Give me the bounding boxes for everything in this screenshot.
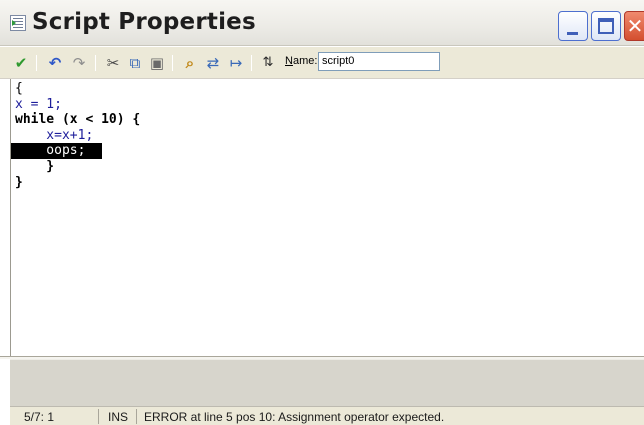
code-line: { — [11, 81, 644, 97]
code-text: } — [15, 158, 55, 174]
code-line: x=x+1; — [11, 128, 644, 144]
error-message: ERROR at line 5 pos 10: Assignment opera… — [144, 410, 445, 424]
code-text: } — [15, 174, 23, 190]
highlighted-error-line: oops; — [11, 143, 102, 159]
code-text: while (x < 10) { — [15, 112, 141, 128]
code-text: x=x+1; — [15, 127, 94, 143]
goto-line-icon[interactable]: ↦ — [227, 54, 245, 72]
name-label: Name: — [285, 55, 318, 67]
script-window-icon — [10, 15, 26, 31]
cursor-position: 5/7: 1 — [24, 410, 55, 424]
output-panel — [10, 359, 644, 406]
find-icon[interactable]: ⌕ — [181, 54, 199, 72]
close-icon: ✕ — [626, 14, 644, 38]
code-editor[interactable]: { x = 1; while (x < 10) { x=x+1; oops; }… — [10, 79, 644, 357]
accept-check-icon[interactable]: ✔ — [12, 54, 30, 72]
replace-icon[interactable]: ⇄ — [204, 54, 222, 72]
minimize-button[interactable] — [558, 11, 588, 41]
toolbar-separator — [172, 55, 173, 71]
code-line: } — [11, 159, 644, 175]
close-button[interactable]: ✕ — [624, 11, 644, 41]
redo-icon[interactable]: ↷ — [70, 54, 88, 72]
title-bar[interactable]: Script Properties ✕ — [0, 0, 644, 46]
toolbar: ✔ ↶ ↷ ✂ ⧉ ▣ ⌕ ⇄ ↦ ⇅ Name: script0 — [0, 47, 644, 79]
script-name-input[interactable]: script0 — [318, 52, 440, 71]
toolbar-separator — [95, 55, 96, 71]
code-line: while (x < 10) { — [11, 112, 644, 128]
status-separator — [136, 409, 137, 424]
maximize-icon — [598, 18, 614, 34]
cut-icon[interactable]: ✂ — [104, 54, 122, 72]
window-title: Script Properties — [32, 9, 256, 35]
paste-icon[interactable]: ▣ — [148, 54, 166, 72]
toolbar-separator — [36, 55, 37, 71]
status-separator — [98, 409, 99, 424]
code-text: x = 1; — [15, 96, 62, 112]
insert-mode-indicator: INS — [108, 410, 129, 424]
code-line: x = 1; — [11, 97, 644, 113]
code-line: } — [11, 175, 644, 191]
undo-icon[interactable]: ↶ — [46, 54, 64, 72]
minimize-icon — [567, 32, 578, 35]
sort-icon[interactable]: ⇅ — [259, 54, 277, 72]
toolbar-separator — [251, 55, 252, 71]
code-text: oops; — [15, 143, 86, 159]
maximize-button[interactable] — [591, 11, 621, 41]
code-text: { — [15, 81, 23, 96]
status-bar: 5/7: 1 INS ERROR at line 5 pos 10: Assig… — [10, 406, 644, 425]
copy-icon[interactable]: ⧉ — [126, 54, 144, 72]
